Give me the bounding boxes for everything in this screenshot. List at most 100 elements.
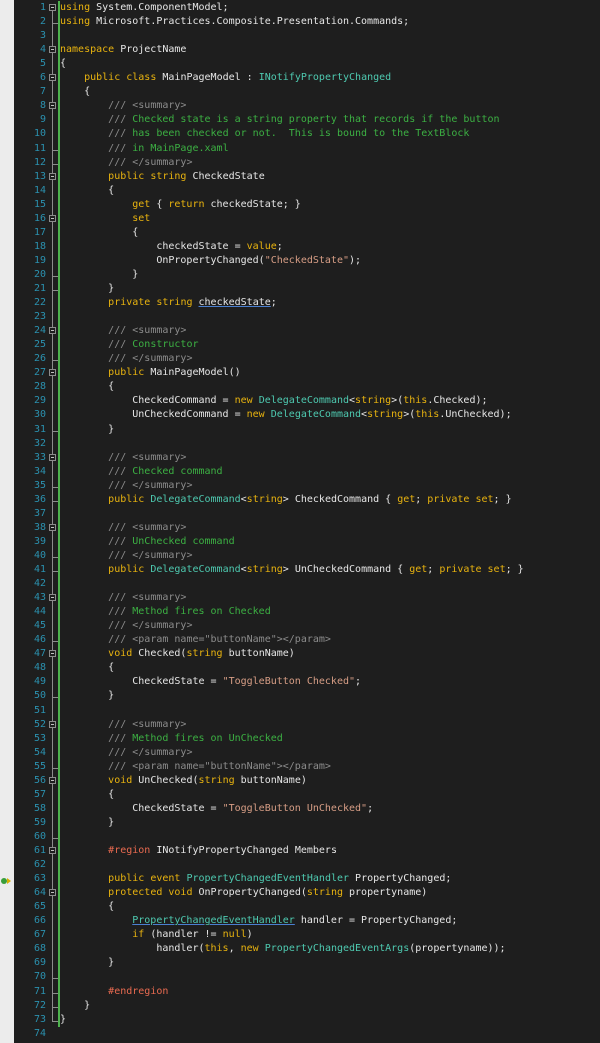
code-line[interactable]: 23: [14, 310, 600, 324]
code-line[interactable]: 33 /// <summary>: [14, 451, 600, 465]
code-line[interactable]: 45 /// </summary>: [14, 619, 600, 633]
code-token: ///: [108, 114, 127, 126]
code-line[interactable]: 1 using System.ComponentModel;: [14, 1, 600, 15]
code-line[interactable]: 13 public string CheckedState: [14, 170, 600, 184]
code-line[interactable]: 4 namespace ProjectName: [14, 43, 600, 57]
code-line[interactable]: 63 public event PropertyChangedEventHand…: [14, 872, 600, 886]
code-line[interactable]: 21 }: [14, 282, 600, 296]
code-line[interactable]: 8 /// <summary>: [14, 99, 600, 113]
code-line[interactable]: 47 void Checked(string buttonName): [14, 647, 600, 661]
code-line[interactable]: 55 /// <param name="buttonName"></param>: [14, 759, 600, 774]
code-line[interactable]: 50 }: [14, 689, 600, 703]
code-line[interactable]: 68 handler(this, new PropertyChangedEven…: [14, 942, 600, 956]
code-line[interactable]: 73}: [14, 1012, 600, 1027]
code-token: ///: [108, 634, 127, 646]
collapse-toggle-icon[interactable]: [49, 172, 56, 180]
code-line[interactable]: 27 public MainPageModel(): [14, 366, 600, 380]
code-line[interactable]: 5{: [14, 57, 600, 71]
code-line[interactable]: 35 /// </summary>: [14, 478, 600, 493]
code-line[interactable]: 36 public DelegateCommand<string> Checke…: [14, 492, 600, 507]
code-line[interactable]: 31 }: [14, 422, 600, 437]
code-line[interactable]: 25 /// Constructor: [14, 338, 600, 352]
code-line[interactable]: 40 /// </summary>: [14, 548, 600, 563]
code-line[interactable]: 16 set: [14, 212, 600, 226]
code-line[interactable]: 22 private string checkedState;: [14, 296, 600, 310]
code-line[interactable]: 69 }: [14, 956, 600, 970]
collapse-toggle-icon[interactable]: [49, 594, 56, 602]
collapse-toggle-icon[interactable]: [49, 74, 56, 82]
code-line[interactable]: 65 {: [14, 900, 600, 914]
line-number: 71: [33, 985, 46, 997]
code-token: PropertyChanged;: [349, 873, 452, 885]
code-line[interactable]: 61 #region INotifyPropertyChanged Member…: [14, 844, 600, 858]
code-line[interactable]: 58 CheckedState = "ToggleButton UnChecke…: [14, 802, 600, 816]
code-line[interactable]: 59 }: [14, 816, 600, 830]
collapse-toggle-icon[interactable]: [49, 720, 56, 728]
code-line[interactable]: 37: [14, 507, 600, 521]
collapse-toggle-icon[interactable]: [49, 889, 56, 897]
code-line[interactable]: 9 /// Checked state is a string property…: [14, 113, 600, 127]
code-line[interactable]: 18 checkedState = value;: [14, 240, 600, 254]
collapse-toggle-icon[interactable]: [49, 453, 56, 461]
code-line[interactable]: 38 /// <summary>: [14, 521, 600, 535]
code-line[interactable]: 43 /// <summary>: [14, 591, 600, 605]
code-line[interactable]: 56 void UnChecked(string buttonName): [14, 774, 600, 788]
collapse-toggle-icon[interactable]: [49, 650, 56, 658]
code-line[interactable]: 15 get { return checkedState; }: [14, 198, 600, 212]
collapse-toggle-icon[interactable]: [49, 46, 56, 54]
code-line[interactable]: 72 }: [14, 998, 600, 1013]
code-line[interactable]: 70: [14, 970, 600, 984]
code-line[interactable]: 32: [14, 437, 600, 451]
code-line[interactable]: 10 /// has been checked or not. This is …: [14, 127, 600, 141]
code-line[interactable]: 14 {: [14, 184, 600, 198]
code-line[interactable]: 44 /// Method fires on Checked: [14, 605, 600, 619]
code-line[interactable]: 67 if (handler != null): [14, 928, 600, 942]
code-line[interactable]: 54 /// </summary>: [14, 746, 600, 760]
code-line[interactable]: 49 CheckedState = "ToggleButton Checked"…: [14, 675, 600, 689]
code-line[interactable]: 52 /// <summary>: [14, 718, 600, 732]
code-line[interactable]: 17 {: [14, 226, 600, 240]
code-line[interactable]: 74: [14, 1027, 600, 1041]
code-text: /// </summary>: [60, 156, 192, 170]
collapse-toggle-icon[interactable]: [49, 4, 56, 11]
code-line[interactable]: 39 /// UnChecked command: [14, 535, 600, 549]
fold-end-marker: [52, 492, 58, 502]
collapse-toggle-icon[interactable]: [49, 776, 56, 784]
code-line[interactable]: 28 {: [14, 380, 600, 394]
code-line[interactable]: 19 OnPropertyChanged("CheckedState");: [14, 254, 600, 268]
code-line[interactable]: 11 /// in MainPage.xaml: [14, 141, 600, 156]
code-line[interactable]: 26 /// </summary>: [14, 352, 600, 366]
code-line[interactable]: 57 {: [14, 788, 600, 802]
code-line[interactable]: 42: [14, 577, 600, 591]
code-line[interactable]: 66 PropertyChangedEventHandler handler =…: [14, 914, 600, 928]
code-line[interactable]: 7 {: [14, 85, 600, 99]
collapse-toggle-icon[interactable]: [49, 214, 56, 222]
code-line[interactable]: 3: [14, 29, 600, 43]
code-line[interactable]: 6 public class MainPageModel : INotifyPr…: [14, 71, 600, 85]
collapse-toggle-icon[interactable]: [49, 523, 56, 531]
code-line[interactable]: 34 /// Checked command: [14, 465, 600, 479]
code-line[interactable]: 2 using Microsoft.Practices.Composite.Pre…: [14, 15, 600, 29]
code-line[interactable]: 71 #endregion: [14, 984, 600, 999]
collapse-toggle-icon[interactable]: [49, 327, 56, 335]
line-number: 33: [33, 451, 46, 463]
code-line[interactable]: 51: [14, 704, 600, 718]
collapse-toggle-icon[interactable]: [49, 102, 56, 110]
code-line[interactable]: 20 }: [14, 267, 600, 282]
code-line[interactable]: 48 {: [14, 661, 600, 675]
code-line[interactable]: 29 CheckedCommand = new DelegateCommand<…: [14, 394, 600, 408]
code-line[interactable]: 24 /// <summary>: [14, 324, 600, 338]
code-text: if (handler != null): [60, 928, 252, 942]
collapse-toggle-icon[interactable]: [49, 847, 56, 854]
code-line[interactable]: 60: [14, 829, 600, 844]
code-line[interactable]: 64 protected void OnPropertyChanged(stri…: [14, 886, 600, 900]
code-line[interactable]: 46 /// <param name="buttonName"></param>: [14, 633, 600, 647]
code-line[interactable]: 30 UnCheckedCommand = new DelegateComman…: [14, 408, 600, 422]
code-line[interactable]: 41 public DelegateCommand<string> UnChec…: [14, 563, 600, 577]
code-editor[interactable]: 1 using System.ComponentModel; 2 using Micr…: [14, 0, 600, 1043]
code-line[interactable]: 53 /// Method fires on UnChecked: [14, 732, 600, 746]
code-line[interactable]: 62: [14, 858, 600, 872]
collapse-toggle-icon[interactable]: [49, 369, 56, 377]
code-line[interactable]: 12 /// </summary>: [14, 155, 600, 170]
